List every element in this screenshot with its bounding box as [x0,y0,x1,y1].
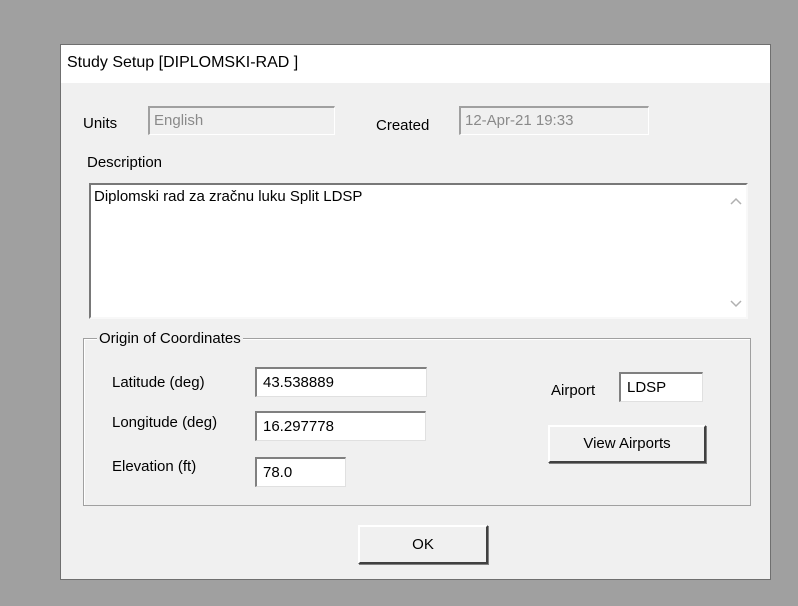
longitude-input[interactable] [255,411,426,441]
airport-input[interactable] [619,372,703,402]
chevron-up-icon[interactable] [729,194,743,208]
study-setup-dialog: Study Setup [DIPLOMSKI-RAD ] Units Engli… [60,44,771,580]
ok-button[interactable]: OK [358,525,488,564]
description-textarea[interactable]: Diplomski rad za zračnu luku Split LDSP [89,183,748,319]
origin-group-label: Origin of Coordinates [97,330,243,347]
latitude-input[interactable] [255,367,427,397]
title-bar[interactable]: Study Setup [DIPLOMSKI-RAD ] [61,45,770,83]
description-scrollbar[interactable] [726,185,746,317]
elevation-input[interactable] [255,457,346,487]
airport-label: Airport [551,382,596,399]
latitude-label: Latitude (deg) [112,374,205,391]
units-field: English [148,106,335,135]
created-label: Created [376,117,430,134]
created-field: 12-Apr-21 19:33 [459,106,649,135]
dialog-title: Study Setup [DIPLOMSKI-RAD ] [67,54,299,71]
chevron-down-icon[interactable] [729,297,743,311]
longitude-label: Longitude (deg) [112,414,218,431]
elevation-label: Elevation (ft) [112,458,197,475]
view-airports-button[interactable]: View Airports [548,425,706,463]
description-text: Diplomski rad za zračnu luku Split LDSP [94,188,363,205]
units-label: Units [83,115,118,132]
description-label: Description [87,154,163,171]
